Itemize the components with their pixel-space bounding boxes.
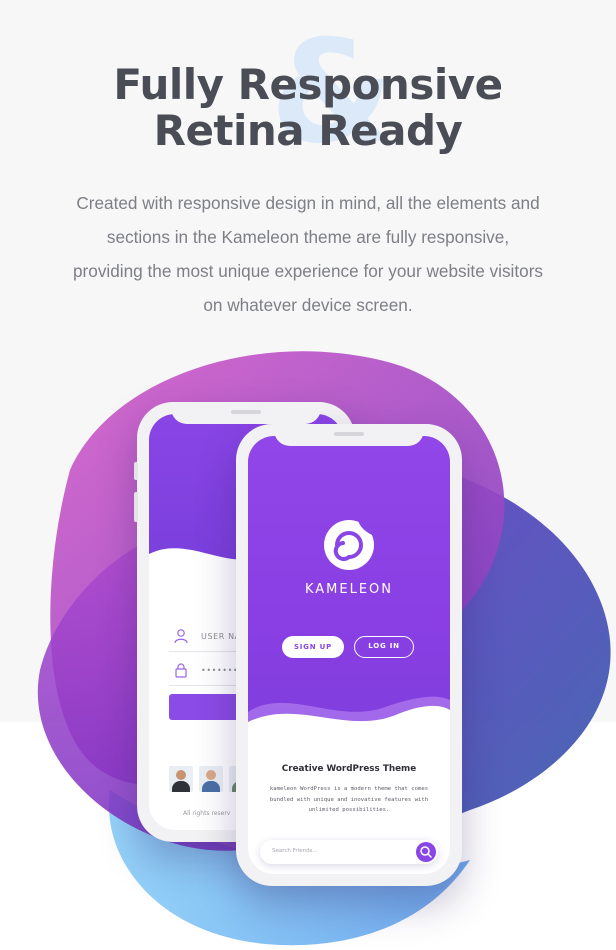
avatar <box>199 766 223 792</box>
front-phone-mockup: KAMELEON SIGN UP LOG IN Creative WordPre… <box>236 424 462 886</box>
kameleon-logo-icon <box>320 514 378 572</box>
search-placeholder: Search Friends... <box>272 848 318 854</box>
title-line-1: Fully Responsive <box>113 60 503 109</box>
search-icon[interactable] <box>416 842 436 862</box>
side-button <box>134 492 138 522</box>
hero-description: Created with responsive design in mind, … <box>72 193 544 315</box>
side-button <box>134 462 138 480</box>
brand-name: KAMELEON <box>304 582 394 597</box>
page-title: Fully Responsive Retina Ready <box>0 62 616 154</box>
phone-speaker <box>231 410 261 414</box>
device-illustration: USER NAME •••••••••• LOG All rights rese… <box>0 340 616 950</box>
sign-up-button[interactable]: SIGN UP <box>282 636 344 658</box>
content-body: kameleon WordPress is a modern theme tha… <box>269 786 429 813</box>
content-title: Creative WordPress Theme <box>281 764 417 774</box>
wave-decoration <box>248 696 450 796</box>
log-in-button[interactable]: LOG IN <box>354 636 414 658</box>
phone-speaker <box>334 432 364 436</box>
search-bar[interactable]: Search Friends... <box>260 840 438 864</box>
rights-text: All rights reserv <box>183 810 231 817</box>
lock-icon <box>173 662 189 678</box>
avatar <box>169 766 193 792</box>
user-icon <box>173 628 189 644</box>
title-line-2: Retina Ready <box>153 106 463 155</box>
hero-section: & Fully Responsive Retina Ready Created … <box>0 0 616 330</box>
front-phone-screen: KAMELEON SIGN UP LOG IN Creative WordPre… <box>248 436 450 874</box>
